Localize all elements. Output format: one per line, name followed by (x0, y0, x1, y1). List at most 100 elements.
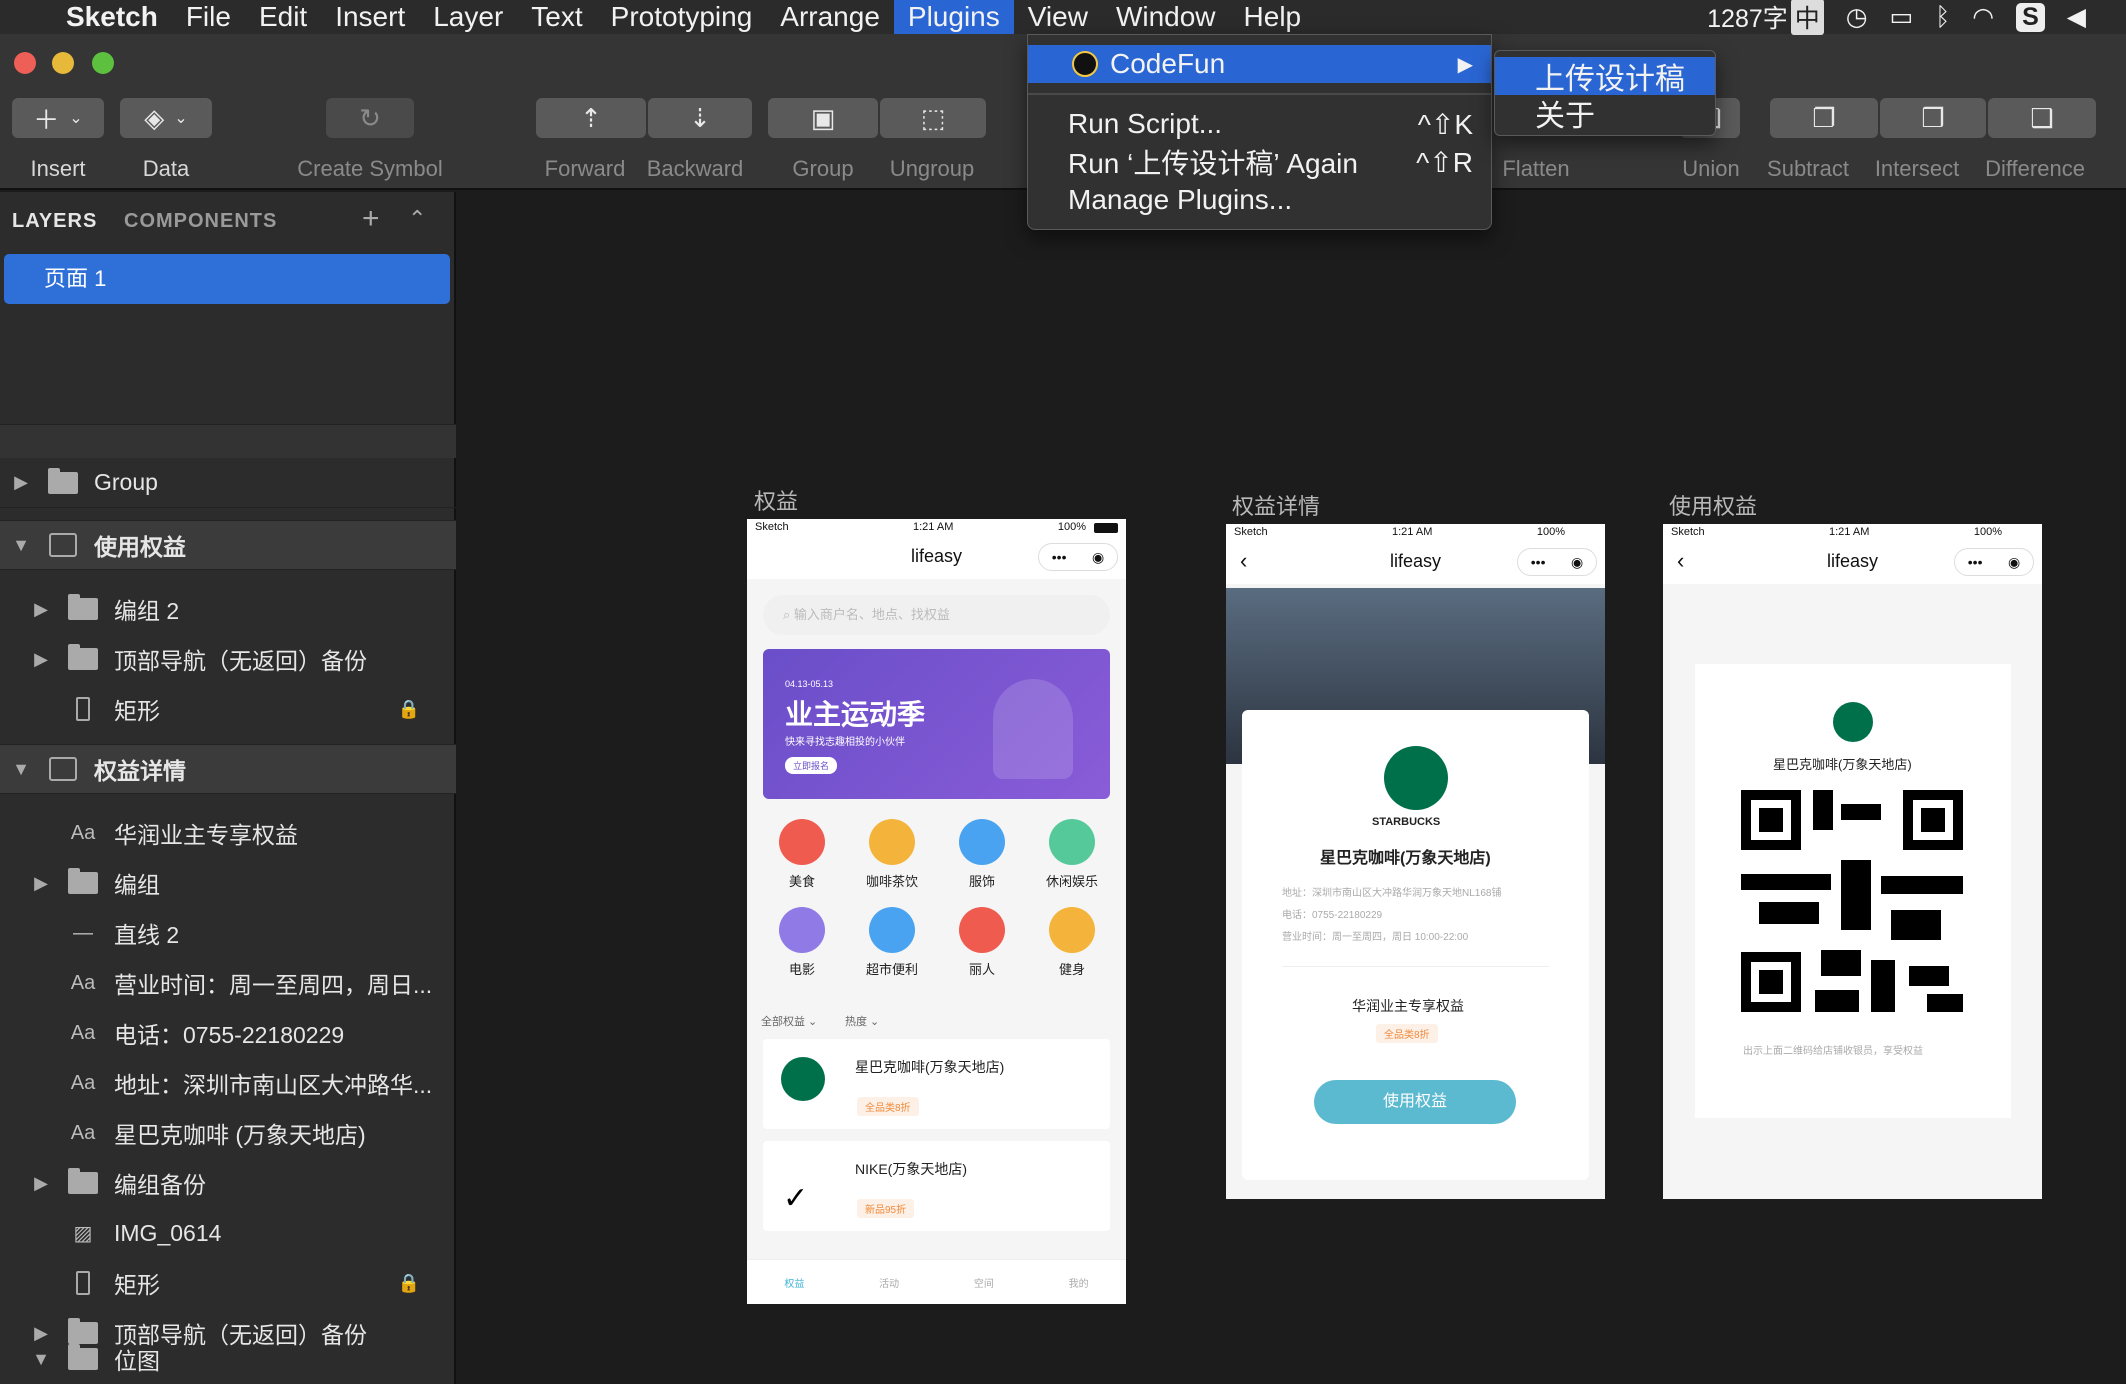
layer-text-hours[interactable]: Aa 营业时间：周一至周四，周日... (0, 958, 456, 1008)
more-icon[interactable]: ••• (1052, 549, 1067, 565)
layer-top-nav-copy[interactable]: ▶ 顶部导航（无返回）备份 (0, 634, 456, 684)
layer-line-2[interactable]: — 直线 2 (0, 908, 456, 958)
menu-view[interactable]: View (1014, 0, 1102, 34)
target-icon[interactable]: ◉ (2008, 554, 2020, 571)
volume-icon[interactable]: ◀ (2067, 2, 2086, 32)
menu-file[interactable]: File (172, 0, 245, 34)
menu-item-manage-plugins[interactable]: Manage Plugins... (1028, 181, 1491, 219)
layer-rectangle-2[interactable]: 矩形 🔒 (0, 1258, 456, 1308)
menu-layer[interactable]: Layer (419, 0, 517, 34)
back-chevron-icon[interactable]: ‹ (1240, 538, 1247, 584)
wifi-icon[interactable]: ◠ (1972, 2, 1994, 32)
menu-prototyping[interactable]: Prototyping (597, 0, 767, 34)
ime-status[interactable]: 中 (1790, 0, 1824, 35)
benefit-card-starbucks[interactable]: 星巴克咖啡(万象天地店) 全品类8折 (763, 1039, 1110, 1129)
menu-plugins[interactable]: Plugins (893, 0, 1014, 34)
layer-group-plain[interactable]: ▶ 编组 (0, 858, 456, 908)
category-market[interactable]: 超市便利 (847, 907, 937, 978)
banner-button[interactable]: 立即报名 (785, 757, 838, 774)
menu-text[interactable]: Text (517, 0, 596, 34)
filter-all[interactable]: 全部权益 ⌄ (761, 1013, 817, 1029)
miniapp-capsule[interactable]: ••• ◉ (1954, 548, 2034, 576)
close-window-button[interactable] (14, 52, 36, 74)
backward-button[interactable]: ⇣ (648, 98, 752, 138)
menu-help[interactable]: Help (1230, 0, 1316, 34)
target-icon[interactable]: ◉ (1092, 549, 1104, 566)
menu-window[interactable]: Window (1102, 0, 1230, 34)
layer-group-copy[interactable]: ▶ 编组备份 (0, 1158, 456, 1208)
apple-icon[interactable] (0, 0, 52, 34)
disclosure-arrow-icon[interactable]: ▶ (30, 1173, 52, 1194)
tab-space[interactable]: 空间 (974, 1275, 994, 1290)
menu-item-run-again[interactable]: Run ‘上传设计稿’ Again ^⇧R (1028, 143, 1491, 181)
difference-button[interactable]: ❑ (1988, 98, 2096, 138)
category-movie[interactable]: 电影 (757, 907, 847, 978)
menu-item-codefun[interactable]: CodeFun ▶ (1028, 45, 1491, 83)
menu-item-about[interactable]: 关于 (1495, 95, 1715, 133)
layer-group-2[interactable]: ▶ 编组 2 (0, 584, 456, 634)
disclosure-arrow-icon[interactable]: ▶ (30, 649, 52, 670)
disclosure-open-icon[interactable]: ▼ (10, 759, 32, 780)
menu-arrange[interactable]: Arrange (766, 0, 894, 34)
layer-text-store[interactable]: Aa 星巴克咖啡 (万象天地店) (0, 1108, 456, 1158)
lock-icon[interactable]: 🔒 (398, 1273, 420, 1294)
page-item-1[interactable]: 页面 1 (4, 254, 450, 304)
more-icon[interactable]: ••• (1968, 554, 1983, 570)
collapse-chevron-icon[interactable]: ⌃ (408, 206, 426, 232)
layer-text-address[interactable]: Aa 地址：深圳市南山区大冲路华... (0, 1058, 456, 1108)
menu-edit[interactable]: Edit (245, 0, 321, 34)
menu-app-sketch[interactable]: Sketch (52, 0, 172, 34)
artboard-use[interactable]: Sketch 1:21 AM 100% ‹ lifeasy ••• ◉ 星巴克咖啡… (1663, 524, 2042, 1199)
disclosure-arrow-icon[interactable]: ▶ (30, 599, 52, 620)
insert-button[interactable]: ＋ ⌄ (12, 98, 104, 138)
add-page-icon[interactable]: + (362, 202, 380, 236)
ungroup-button[interactable]: ⬚ (880, 98, 986, 138)
layer-artboard-benefit-detail[interactable]: ▼ 权益详情 (0, 744, 456, 794)
artboard-detail[interactable]: Sketch 1:21 AM 100% ‹ lifeasy ••• ◉ STARB… (1226, 524, 1605, 1199)
filter-hot[interactable]: 热度 ⌄ (845, 1013, 879, 1029)
promo-banner[interactable]: 04.13-05.13 业主运动季 快来寻找志趣相投的小伙伴 立即报名 (763, 649, 1110, 799)
more-icon[interactable]: ••• (1531, 554, 1546, 570)
search-input[interactable]: ⌕ 输入商户名、地点、找权益 (763, 595, 1110, 635)
category-beauty[interactable]: 丽人 (937, 907, 1027, 978)
layer-bitmap[interactable]: ▼ 位图 (0, 1334, 456, 1384)
minimize-window-button[interactable] (52, 52, 74, 74)
subtract-button[interactable]: ❐ (1770, 98, 1878, 138)
menu-item-run-script[interactable]: Run Script... ^⇧K (1028, 105, 1491, 143)
word-count-status[interactable]: 1287字 (1707, 0, 1788, 35)
data-button[interactable]: ◈ ⌄ (120, 98, 212, 138)
disclosure-open-icon[interactable]: ▼ (10, 535, 32, 556)
lock-icon[interactable]: 🔒 (398, 699, 420, 720)
disclosure-open-icon[interactable]: ▼ (30, 1349, 52, 1370)
time-machine-icon[interactable]: ◷ (1846, 2, 1868, 32)
tab-benefits[interactable]: 权益 (784, 1275, 804, 1290)
zoom-window-button[interactable] (92, 52, 114, 74)
category-leisure[interactable]: 休闲娱乐 (1027, 819, 1117, 890)
design-canvas[interactable]: 权益 Sketch 1:21 AM 100% lifeasy ••• ◉ ⌕ 输入… (458, 192, 2126, 1384)
layer-rectangle[interactable]: 矩形 🔒 (0, 684, 456, 734)
category-food[interactable]: 美食 (757, 819, 847, 890)
create-symbol-button[interactable]: ↻ (326, 98, 414, 138)
use-benefit-button[interactable]: 使用权益 (1314, 1080, 1516, 1124)
miniapp-capsule[interactable]: ••• ◉ (1038, 543, 1118, 571)
category-clothing[interactable]: 服饰 (937, 819, 1027, 890)
category-fitness[interactable]: 健身 (1027, 907, 1117, 978)
artboard-label-detail[interactable]: 权益详情 (1232, 489, 1320, 521)
tab-layers[interactable]: LAYERS (12, 210, 97, 233)
benefit-card-nike[interactable]: ✓ NIKE(万象天地店) 新品95折 (763, 1141, 1110, 1231)
layer-text-phone[interactable]: Aa 电话：0755-22180229 (0, 1008, 456, 1058)
layer-artboard-use-benefit[interactable]: ▼ 使用权益 (0, 520, 456, 570)
layer-group[interactable]: ▶ Group (0, 458, 456, 508)
artboard-label-benefits[interactable]: 权益 (754, 484, 798, 516)
back-chevron-icon[interactable]: ‹ (1677, 538, 1684, 584)
airplay-icon[interactable]: ▭ (1890, 2, 1914, 32)
sogou-icon[interactable]: S (2016, 2, 2045, 32)
menu-item-upload-design[interactable]: 上传设计稿 (1495, 57, 1715, 96)
category-coffee[interactable]: 咖啡茶饮 (847, 819, 937, 890)
layer-image[interactable]: ▨ IMG_0614 (0, 1208, 456, 1258)
artboard-benefits[interactable]: Sketch 1:21 AM 100% lifeasy ••• ◉ ⌕ 输入商户名… (747, 519, 1126, 1304)
group-button[interactable]: ▣ (768, 98, 878, 138)
artboard-label-use[interactable]: 使用权益 (1669, 489, 1757, 521)
tab-mine[interactable]: 我的 (1069, 1275, 1089, 1290)
forward-button[interactable]: ⇡ (536, 98, 646, 138)
